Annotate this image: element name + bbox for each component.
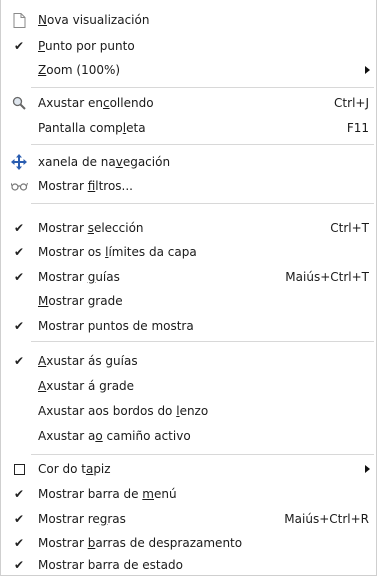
submenu-arrow-icon xyxy=(365,465,370,473)
checkmark-icon: ✔ xyxy=(13,512,25,526)
separator xyxy=(31,87,374,88)
menu-item-nova-visualizacion[interactable]: Nova visualización xyxy=(1,9,376,31)
checkmark-icon: ✔ xyxy=(13,221,25,235)
menu-item-mostrar-barra-estado[interactable]: ✔ Mostrar barra de estado xyxy=(1,554,376,576)
checkmark-icon: ✔ xyxy=(13,354,25,368)
menu-item-mostrar-seleccion[interactable]: ✔ Mostrar selección Ctrl+T xyxy=(1,217,376,239)
menu-item-xanela-navegacion[interactable]: xanela de navegación xyxy=(1,151,376,173)
checkmark-icon: ✔ xyxy=(13,319,25,333)
menu-item-mostrar-limites-capa[interactable]: ✔ Mostrar os límites da capa xyxy=(1,241,376,263)
separator xyxy=(31,203,374,204)
menu-item-mostrar-regras[interactable]: ✔ Mostrar regras Maiús+Ctrl+R xyxy=(1,508,376,530)
menu-item-mostrar-puntos-mostra[interactable]: ✔ Mostrar puntos de mostra xyxy=(1,315,376,337)
separator xyxy=(31,144,374,145)
checkmark-icon: ✔ xyxy=(13,270,25,284)
menu-item-axustar-encollendo[interactable]: Axustar encollendo Ctrl+J xyxy=(1,92,376,114)
navigate-move-icon xyxy=(10,153,28,171)
checkmark-icon: ✔ xyxy=(13,487,25,501)
checkmark-icon: ✔ xyxy=(13,39,25,53)
menu-item-mostrar-guias[interactable]: ✔ Mostrar guías Maiús+Ctrl+T xyxy=(1,266,376,288)
checkmark-icon: ✔ xyxy=(13,558,25,572)
checkmark-icon: ✔ xyxy=(13,536,25,550)
separator xyxy=(31,341,374,342)
menu-item-cor-tapiz[interactable]: Cor do tapiz xyxy=(1,458,376,480)
separator xyxy=(31,454,374,455)
menu-item-axustar-bordos-lenzo[interactable]: Axustar aos bordos do lenzo xyxy=(1,400,376,422)
checkmark-icon: ✔ xyxy=(13,245,25,259)
menu-item-pantalla-completa[interactable]: Pantalla completa F11 xyxy=(1,117,376,139)
menu-item-mostrar-filtros[interactable]: Mostrar filtros... xyxy=(1,175,376,197)
menu-item-mostrar-barra-menu[interactable]: ✔ Mostrar barra de menú xyxy=(1,483,376,505)
glasses-icon xyxy=(10,177,28,195)
menu-item-axustar-guias[interactable]: ✔ Axustar ás guías xyxy=(1,350,376,372)
menu-item-axustar-camino-activo[interactable]: Axustar ao camiño activo xyxy=(1,425,376,447)
new-document-icon xyxy=(10,11,28,29)
menu-item-punto-por-punto[interactable]: ✔ Punto por punto xyxy=(1,35,376,57)
zoom-fit-icon xyxy=(10,94,28,112)
view-menu: Nova visualización ✔ Punto por punto Zoo… xyxy=(0,0,377,576)
menu-item-mostrar-grade[interactable]: Mostrar grade xyxy=(1,290,376,312)
menu-item-zoom[interactable]: Zoom (100%) xyxy=(1,59,376,81)
menu-item-mostrar-barras-desprazamento[interactable]: ✔ Mostrar barras de desprazamento xyxy=(1,532,376,554)
submenu-arrow-icon xyxy=(365,66,370,74)
checkbox-empty-icon xyxy=(10,460,28,478)
menu-item-axustar-grade[interactable]: Axustar á grade xyxy=(1,375,376,397)
